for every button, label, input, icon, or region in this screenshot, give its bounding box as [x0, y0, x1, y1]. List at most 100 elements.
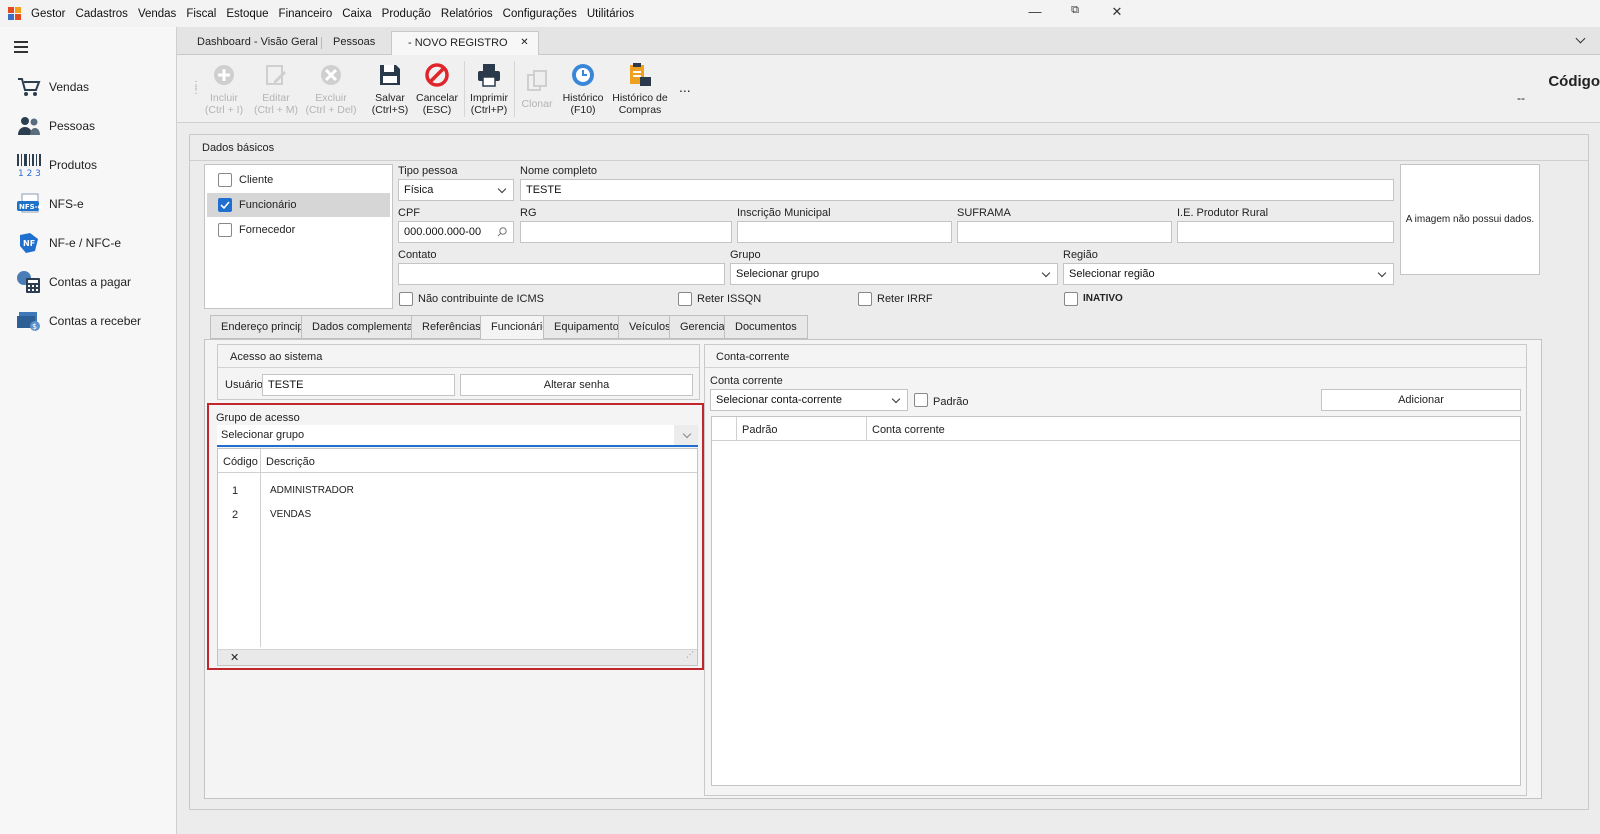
- resize-grip-icon[interactable]: ⋰: [686, 651, 694, 659]
- menu-fiscal[interactable]: Fiscal: [181, 8, 221, 20]
- col-codigo[interactable]: Código: [223, 456, 258, 468]
- codigo-value: --: [1517, 91, 1525, 105]
- conta-corrente-select[interactable]: Selecionar conta-corrente: [710, 389, 908, 411]
- role-fornecedor[interactable]: Fornecedor: [207, 219, 390, 241]
- tab-label: - NOVO REGISTRO: [408, 37, 508, 49]
- search-icon: [497, 227, 507, 237]
- menu-gestor[interactable]: Gestor: [26, 8, 71, 20]
- sidebar-item-contas-receber[interactable]: $ Contas a receber: [16, 309, 141, 333]
- col-padrao[interactable]: Padrão: [742, 424, 777, 436]
- menu-utilitarios[interactable]: Utilitários: [582, 8, 639, 20]
- menu-financeiro[interactable]: Financeiro: [274, 8, 338, 20]
- main-content: Dashboard - Visão Geral Pessoas - NOVO R…: [177, 27, 1600, 834]
- reter-issqn-checkbox[interactable]: [678, 292, 692, 306]
- funcionario-checkbox[interactable]: [218, 198, 232, 212]
- funcionario-tab-page: Acesso ao sistema Usuário: TESTE Alterar…: [204, 339, 1542, 799]
- sidebar-item-vendas[interactable]: Vendas: [16, 75, 89, 99]
- menu-caixa[interactable]: Caixa: [337, 8, 376, 20]
- suframa-input[interactable]: [957, 221, 1172, 243]
- menu-configuracoes[interactable]: Configurações: [498, 8, 582, 20]
- nome-completo-input[interactable]: TESTE: [520, 179, 1394, 201]
- sidebar-item-nfe[interactable]: NF NF-e / NFC-e: [16, 231, 121, 255]
- editar-button[interactable]: Editar (Ctrl + M): [253, 61, 299, 116]
- sidebar-item-label: Produtos: [49, 158, 98, 172]
- tab-overflow-chevron-icon[interactable]: [1575, 33, 1586, 44]
- menu-vendas[interactable]: Vendas: [133, 8, 181, 20]
- cpf-input[interactable]: 000.000.000-00: [398, 221, 514, 243]
- sidebar-item-label: Vendas: [49, 80, 90, 94]
- people-icon: [16, 114, 42, 138]
- menu-relatorios[interactable]: Relatórios: [436, 8, 498, 20]
- more-options-icon[interactable]: ...: [679, 79, 691, 95]
- nfse-icon: NFS-e: [16, 192, 42, 216]
- contato-input[interactable]: [398, 263, 725, 285]
- minimize-button[interactable]: —: [1020, 4, 1050, 22]
- history-icon: [569, 61, 597, 89]
- padrao-label: Padrão: [933, 396, 969, 408]
- tab-documentos[interactable]: Documentos: [724, 315, 808, 339]
- usuario-input[interactable]: TESTE: [262, 374, 455, 396]
- role-funcionario[interactable]: Funcionário: [207, 193, 390, 217]
- cart-icon: [16, 75, 42, 99]
- clear-icon[interactable]: ✕: [230, 651, 239, 664]
- tab-pessoas[interactable]: Pessoas: [317, 31, 391, 55]
- regiao-select[interactable]: Selecionar região: [1063, 263, 1394, 285]
- menu-producao[interactable]: Produção: [377, 8, 436, 20]
- close-window-button[interactable]: ✕: [1102, 4, 1132, 22]
- inativo-checkbox[interactable]: [1064, 292, 1078, 306]
- cliente-checkbox[interactable]: [218, 173, 232, 187]
- svg-text:1 2 3: 1 2 3: [18, 169, 41, 177]
- clonar-button[interactable]: Clonar: [517, 67, 557, 110]
- col-descricao[interactable]: Descrição: [266, 456, 315, 468]
- suframa-label: SUFRAMA: [957, 207, 1011, 219]
- reter-irrf-checkbox[interactable]: [858, 292, 872, 306]
- tipo-pessoa-select[interactable]: Física: [398, 179, 514, 201]
- inativo-label: INATIVO: [1083, 293, 1123, 304]
- tab-novo-registro[interactable]: - NOVO REGISTRO ✕: [391, 31, 539, 55]
- rg-label: RG: [520, 207, 537, 219]
- padrao-checkbox[interactable]: [914, 393, 928, 407]
- svg-text:NF: NF: [23, 239, 35, 248]
- roles-list: Cliente Funcionário Fornecedor: [204, 164, 393, 309]
- sidebar-item-produtos[interactable]: 1 2 3 Produtos: [16, 153, 97, 177]
- historico-compras-button[interactable]: Histórico de Compras: [609, 61, 671, 116]
- cpf-label: CPF: [398, 207, 420, 219]
- rg-input[interactable]: [520, 221, 732, 243]
- cancelar-button[interactable]: Cancelar (ESC): [413, 61, 461, 116]
- incluir-button[interactable]: Incluir (Ctrl + I): [201, 61, 247, 116]
- restore-button[interactable]: ⧉: [1060, 4, 1090, 22]
- sidebar-item-contas-pagar[interactable]: Contas a pagar: [16, 270, 131, 294]
- purchase-history-icon: [626, 61, 654, 89]
- fornecedor-checkbox[interactable]: [218, 223, 232, 237]
- ie-produtor-input[interactable]: [1177, 221, 1394, 243]
- delete-icon: [317, 61, 345, 89]
- col-conta-corrente[interactable]: Conta corrente: [872, 424, 945, 436]
- table-row[interactable]: 1 ADMINISTRADOR: [218, 479, 697, 501]
- grupo-select[interactable]: Selecionar grupo: [730, 263, 1058, 285]
- menu-estoque[interactable]: Estoque: [221, 8, 273, 20]
- alterar-senha-button[interactable]: Alterar senha: [460, 374, 693, 396]
- image-placeholder-text: A imagem não possui dados.: [1405, 214, 1535, 225]
- contato-label: Contato: [398, 249, 437, 261]
- salvar-button[interactable]: Salvar (Ctrl+S): [367, 61, 413, 116]
- historico-button[interactable]: Histórico (F10): [559, 61, 607, 116]
- excluir-button[interactable]: Excluir (Ctrl + Del): [305, 61, 357, 116]
- grupo-acesso-select[interactable]: Selecionar grupo: [217, 425, 698, 447]
- inscricao-municipal-input[interactable]: [737, 221, 952, 243]
- menu-cadastros[interactable]: Cadastros: [71, 8, 133, 20]
- photo-box[interactable]: A imagem não possui dados.: [1400, 164, 1540, 275]
- tab-dashboard[interactable]: Dashboard - Visão Geral: [181, 31, 334, 55]
- sidebar-item-nfse[interactable]: NFS-e NFS-e: [16, 192, 84, 216]
- grupo-acesso-label: Grupo de acesso: [216, 412, 300, 424]
- imprimir-button[interactable]: Imprimir (Ctrl+P): [467, 61, 511, 116]
- hamburger-menu-icon[interactable]: [14, 41, 28, 56]
- table-row[interactable]: 2 VENDAS: [218, 503, 697, 525]
- inscricao-municipal-label: Inscrição Municipal: [737, 207, 831, 219]
- drag-handle-icon[interactable]: ⋮ ⋮: [191, 81, 201, 96]
- nao-contribuinte-checkbox[interactable]: [399, 292, 413, 306]
- adicionar-button[interactable]: Adicionar: [1321, 389, 1521, 411]
- sidebar-item-pessoas[interactable]: Pessoas: [16, 114, 95, 138]
- reter-irrf-label: Reter IRRF: [877, 293, 933, 305]
- role-cliente[interactable]: Cliente: [207, 169, 390, 191]
- close-tab-icon[interactable]: ✕: [520, 32, 528, 54]
